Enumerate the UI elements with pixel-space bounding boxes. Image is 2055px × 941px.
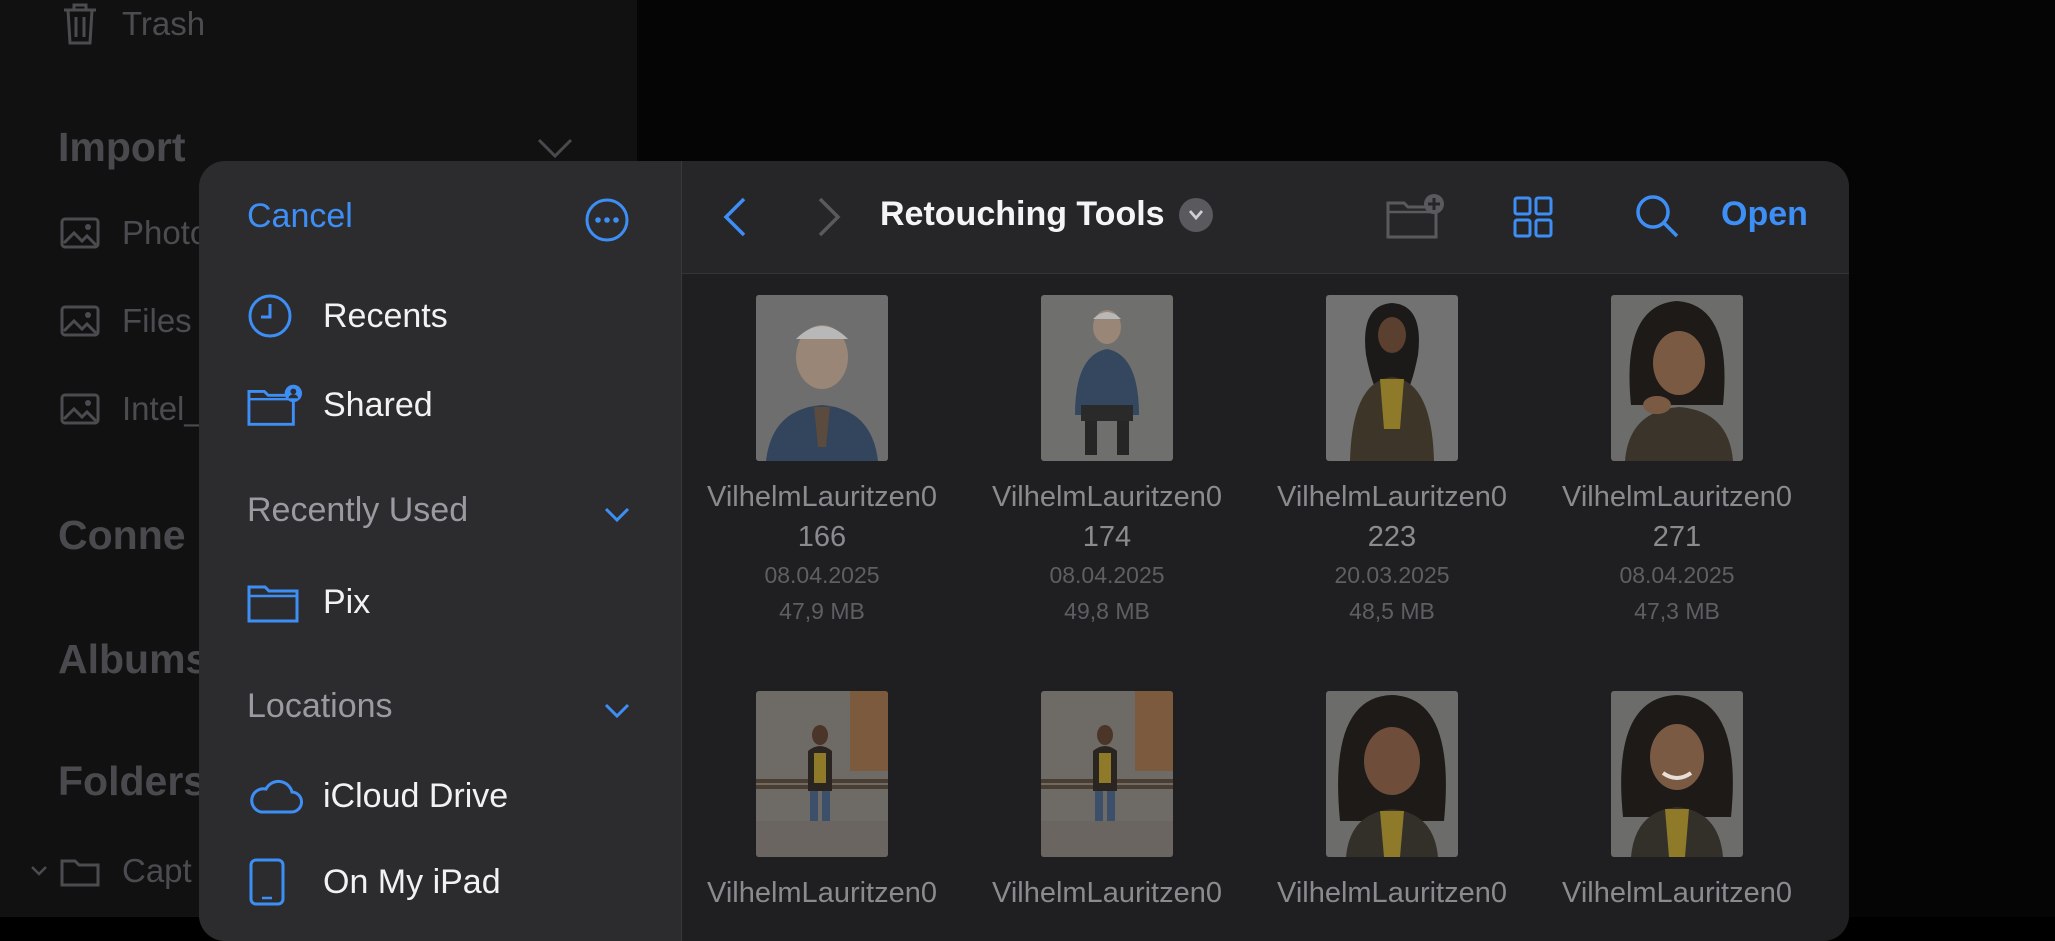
new-folder-button[interactable] bbox=[1386, 193, 1446, 244]
sidebar-item-icloud-drive[interactable]: iCloud Drive bbox=[247, 773, 508, 819]
file-name: VilhelmLauritzen0 174 bbox=[992, 481, 1222, 553]
file-size: 47,9 MB bbox=[779, 598, 865, 624]
cloud-icon bbox=[250, 779, 303, 814]
bg-item-captures: Capt bbox=[30, 852, 192, 890]
ellipsis-circle-icon bbox=[585, 198, 629, 242]
file-thumbnail bbox=[1611, 295, 1743, 461]
bg-heading-import: Import bbox=[58, 124, 186, 170]
sidebar-item-on-my-ipad[interactable]: On My iPad bbox=[247, 858, 501, 906]
back-button[interactable] bbox=[720, 195, 750, 244]
chevron-down-icon bbox=[31, 866, 47, 876]
open-button[interactable]: Open bbox=[1721, 195, 1808, 234]
search-button[interactable] bbox=[1634, 193, 1680, 244]
view-mode-button[interactable] bbox=[1512, 195, 1554, 244]
file-tile[interactable]: VilhelmLauritzen0 bbox=[697, 691, 947, 913]
sidebar-item-recents[interactable]: Recents bbox=[247, 293, 448, 339]
file-tile[interactable]: VilhelmLauritzen0 bbox=[1552, 691, 1802, 913]
more-options-button[interactable] bbox=[584, 197, 630, 248]
photo-icon bbox=[60, 305, 100, 337]
recently-used-heading[interactable]: Recently Used bbox=[247, 491, 468, 530]
file-name: VilhelmLauritzen0 166 bbox=[707, 481, 937, 553]
folder-title-menu[interactable]: Retouching Tools bbox=[880, 195, 1213, 234]
search-icon bbox=[1636, 195, 1679, 238]
file-name: VilhelmLauritzen0 bbox=[1562, 877, 1792, 909]
bg-item-intel: Intel_ bbox=[60, 390, 203, 428]
cancel-button[interactable]: Cancel bbox=[247, 197, 353, 236]
chevron-down-icon bbox=[1178, 197, 1213, 232]
file-size: 49,8 MB bbox=[1064, 598, 1150, 624]
locations-heading[interactable]: Locations bbox=[247, 687, 393, 726]
folder-icon bbox=[60, 859, 100, 887]
new-folder-icon bbox=[1386, 194, 1444, 239]
file-name: VilhelmLauritzen0 bbox=[707, 877, 937, 909]
file-thumbnail bbox=[756, 295, 888, 461]
file-thumbnail bbox=[756, 691, 888, 857]
file-thumbnail bbox=[1611, 691, 1743, 857]
folder-title: Retouching Tools bbox=[880, 195, 1165, 233]
chevron-down-icon bbox=[537, 138, 573, 159]
file-thumbnail bbox=[1041, 691, 1173, 857]
picker-sidebar: Cancel Recents Shared Recently Used Pix … bbox=[199, 161, 682, 941]
file-name: VilhelmLauritzen0 271 bbox=[1562, 481, 1792, 553]
file-thumbnail bbox=[1326, 691, 1458, 857]
bg-heading-albums: Albums bbox=[58, 636, 209, 682]
file-size: 48,5 MB bbox=[1349, 598, 1435, 624]
file-picker-dialog: Cancel Recents Shared Recently Used Pix … bbox=[199, 161, 1849, 941]
file-tile[interactable]: VilhelmLauritzen0 223 20.03.2025 48,5 MB bbox=[1267, 295, 1517, 629]
bg-heading-folders: Folders bbox=[58, 758, 207, 804]
photo-icon bbox=[60, 217, 100, 249]
bg-heading-connections: Conne bbox=[58, 512, 186, 558]
chevron-down-icon[interactable] bbox=[603, 506, 631, 524]
chevron-down-icon[interactable] bbox=[603, 702, 631, 720]
file-tile[interactable]: VilhelmLauritzen0 bbox=[1267, 691, 1517, 913]
file-name: VilhelmLauritzen0 bbox=[992, 877, 1222, 909]
file-date: 08.04.2025 bbox=[1049, 562, 1165, 588]
file-tile[interactable]: VilhelmLauritzen0 271 08.04.2025 47,3 MB bbox=[1552, 295, 1802, 629]
file-thumbnail bbox=[1041, 295, 1173, 461]
file-name: VilhelmLauritzen0 bbox=[1277, 877, 1507, 909]
chevron-left-icon bbox=[723, 197, 746, 237]
grid-icon bbox=[1513, 196, 1553, 238]
ipad-icon bbox=[249, 858, 285, 906]
bg-item-photo: Photo bbox=[60, 214, 208, 252]
file-tile[interactable]: VilhelmLauritzen0 174 08.04.2025 49,8 MB bbox=[982, 295, 1232, 629]
bg-item-trash: Trash bbox=[60, 2, 205, 46]
sidebar-item-shared[interactable]: Shared bbox=[247, 382, 433, 428]
clock-icon bbox=[248, 294, 292, 338]
file-tile[interactable]: VilhelmLauritzen0 bbox=[982, 691, 1232, 913]
picker-main: Retouching Tools Open VilhelmLauritzen0 1… bbox=[682, 161, 1849, 941]
shared-folder-icon bbox=[247, 384, 303, 426]
file-date: 20.03.2025 bbox=[1334, 562, 1450, 588]
file-name: VilhelmLauritzen0 223 bbox=[1277, 481, 1507, 553]
bg-item-files: Files bbox=[60, 302, 192, 340]
picker-toolbar: Retouching Tools Open bbox=[682, 161, 1849, 274]
forward-button[interactable] bbox=[814, 195, 844, 244]
file-date: 08.04.2025 bbox=[764, 562, 880, 588]
photo-icon bbox=[60, 393, 100, 425]
file-tile[interactable]: VilhelmLauritzen0 166 08.04.2025 47,9 MB bbox=[697, 295, 947, 629]
file-date: 08.04.2025 bbox=[1619, 562, 1735, 588]
file-thumbnail bbox=[1326, 295, 1458, 461]
chevron-right-icon bbox=[818, 197, 841, 237]
folder-icon bbox=[247, 585, 299, 623]
trash-icon bbox=[64, 3, 96, 45]
sidebar-item-pix[interactable]: Pix bbox=[247, 579, 370, 625]
file-size: 47,3 MB bbox=[1634, 598, 1720, 624]
